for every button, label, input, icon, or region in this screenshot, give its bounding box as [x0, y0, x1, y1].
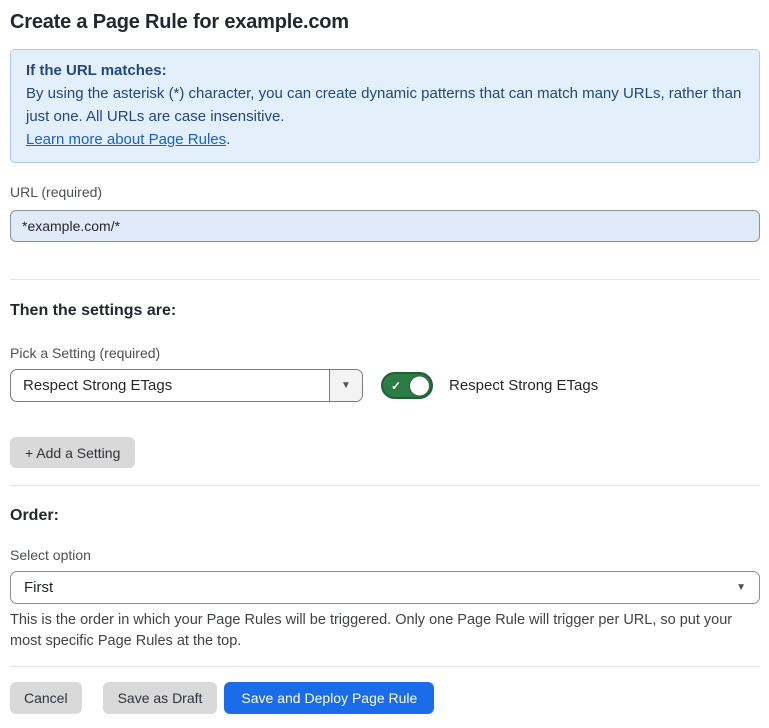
- order-help-text: This is the order in which your Page Rul…: [10, 610, 760, 652]
- setting-toggle[interactable]: ✓: [381, 372, 433, 399]
- order-select[interactable]: First ▼: [10, 571, 760, 604]
- link-suffix: .: [226, 131, 230, 148]
- info-box-body: By using the asterisk (*) character, you…: [26, 82, 744, 128]
- setting-select-arrow-button[interactable]: ▼: [329, 370, 362, 401]
- cancel-button[interactable]: Cancel: [10, 682, 82, 714]
- setting-select[interactable]: Respect Strong ETags ▼: [10, 369, 363, 402]
- url-field-label: URL (required): [10, 184, 760, 201]
- divider: [10, 485, 760, 486]
- url-input[interactable]: [10, 210, 760, 242]
- setting-select-value: Respect Strong ETags: [11, 370, 329, 401]
- settings-section-heading: Then the settings are:: [10, 301, 760, 320]
- pick-setting-label: Pick a Setting (required): [10, 345, 760, 362]
- save-deploy-button[interactable]: Save and Deploy Page Rule: [224, 682, 434, 714]
- order-section-heading: Order:: [10, 506, 760, 525]
- info-box-link-line: Learn more about Page Rules.: [26, 128, 744, 151]
- toggle-knob: [410, 376, 429, 395]
- learn-more-link[interactable]: Learn more about Page Rules: [26, 131, 226, 148]
- divider: [10, 666, 760, 667]
- check-icon: ✓: [391, 380, 401, 392]
- chevron-down-icon: ▼: [736, 582, 746, 593]
- page-rule-form: Create a Page Rule for example.com If th…: [0, 10, 769, 714]
- setting-row: Respect Strong ETags ▼ ✓ Respect Strong …: [10, 369, 760, 402]
- save-draft-button[interactable]: Save as Draft: [103, 682, 218, 714]
- add-setting-button[interactable]: + Add a Setting: [10, 437, 135, 468]
- chevron-down-icon: ▼: [341, 380, 351, 391]
- footer-actions: Cancel Save as Draft Save and Deploy Pag…: [10, 682, 760, 714]
- info-box-heading: If the URL matches:: [26, 59, 744, 82]
- page-title: Create a Page Rule for example.com: [10, 10, 760, 34]
- order-select-label: Select option: [10, 547, 760, 564]
- setting-toggle-label: Respect Strong ETags: [449, 377, 598, 394]
- order-select-value: First: [24, 579, 53, 596]
- divider: [10, 279, 760, 280]
- url-match-info-box: If the URL matches: By using the asteris…: [10, 49, 760, 163]
